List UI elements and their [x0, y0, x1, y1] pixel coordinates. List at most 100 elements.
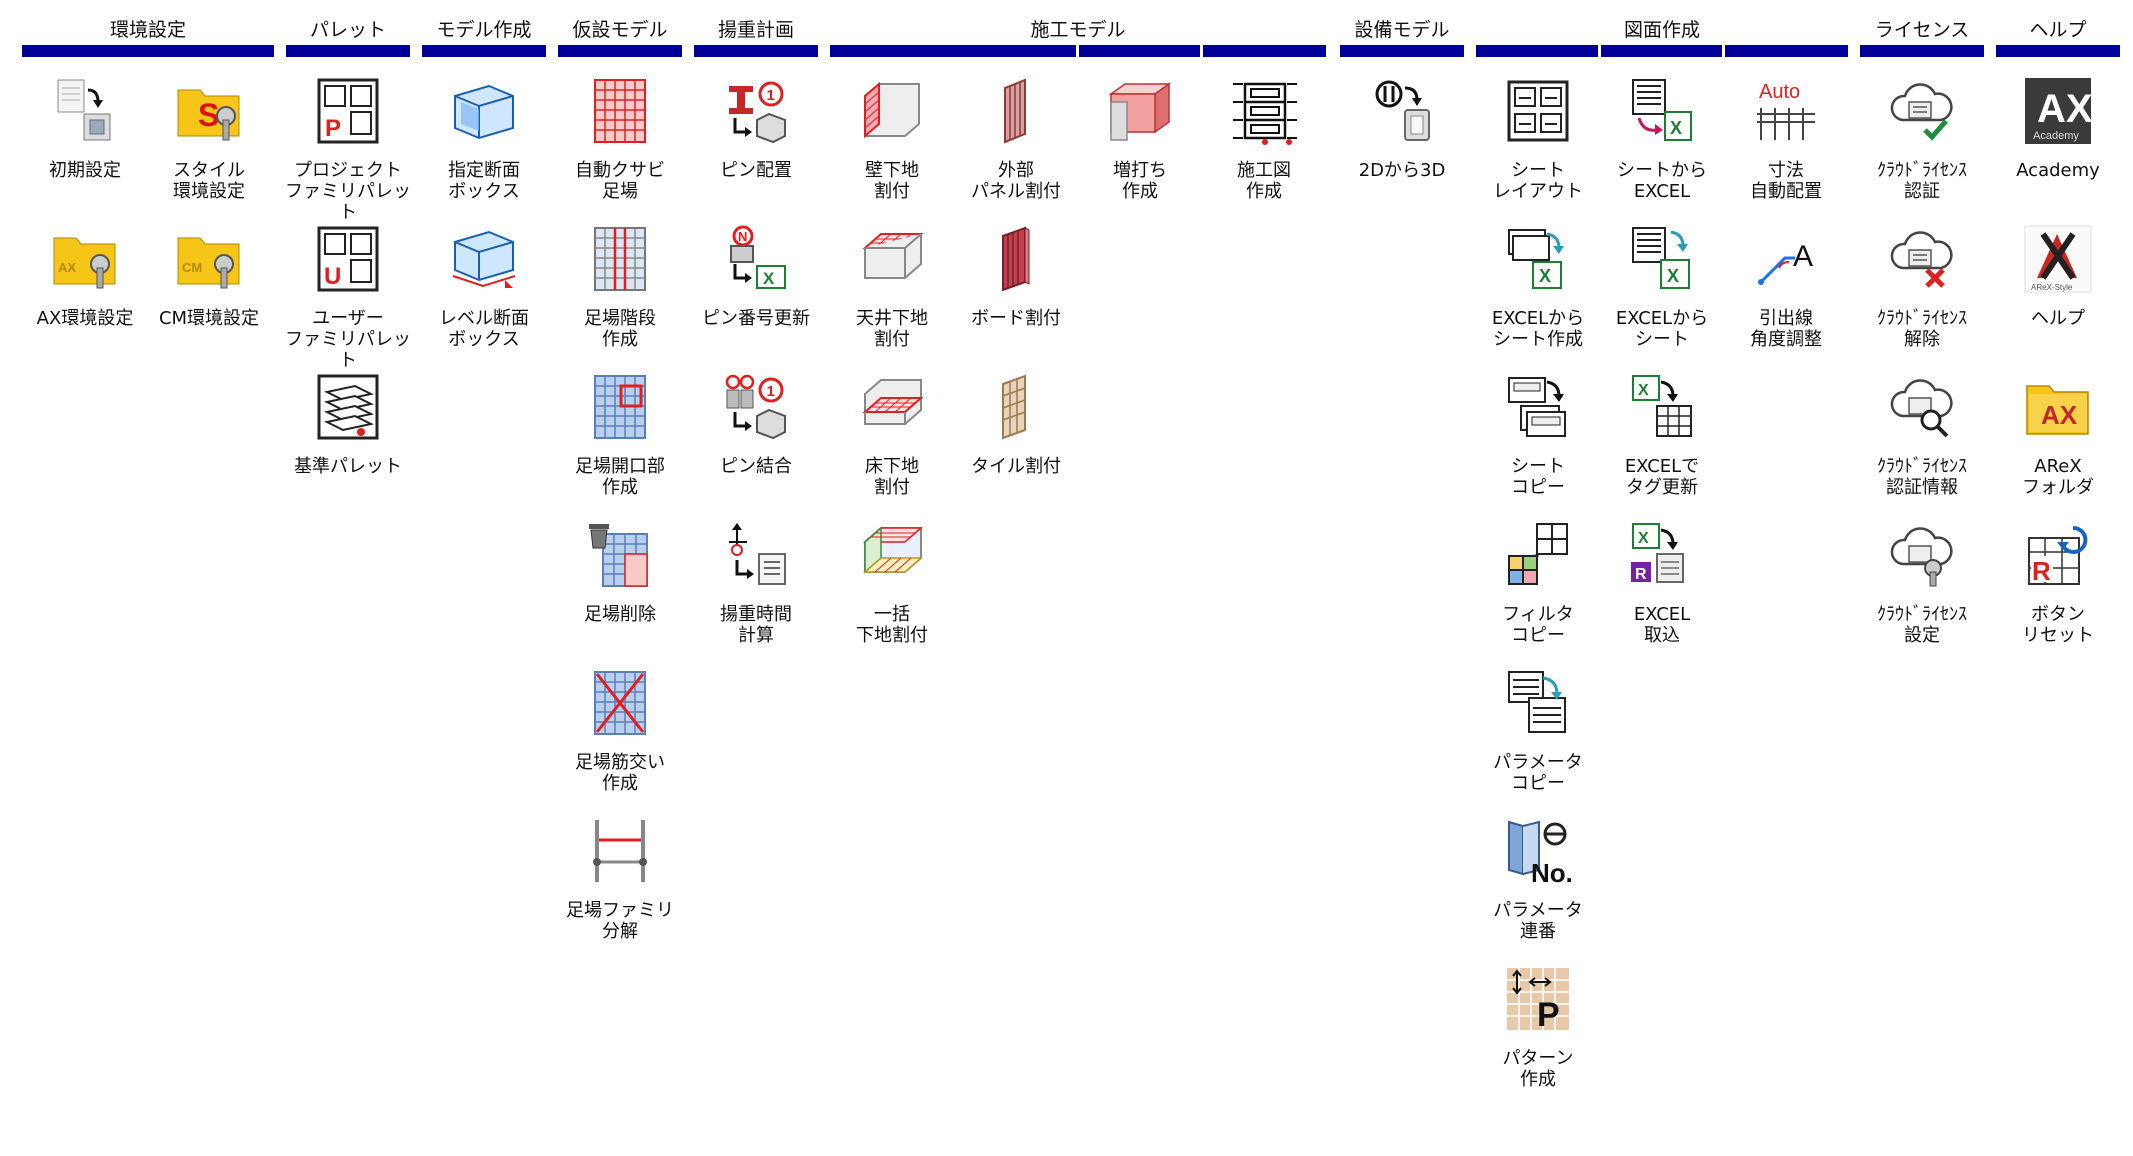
pin-number-update-button[interactable]: N X ピン番号更新: [697, 224, 815, 370]
tool-label: ヘルプ: [2031, 308, 2085, 329]
floor-base-icon: [862, 379, 924, 425]
arex-folder-button[interactable]: AX AReX フォルダ: [1999, 372, 2117, 518]
level-palette-button[interactable]: 基準パレット: [289, 372, 407, 518]
ext-panel-button[interactable]: 外部 パネル割付: [957, 76, 1075, 222]
category-license: ライセンス: [1860, 14, 1984, 60]
auto-scaffold-icon: [594, 79, 646, 143]
scaffold-opening-button[interactable]: 足場開口部 作成: [561, 372, 679, 518]
category-title: 環境設定: [109, 19, 186, 41]
tool-label: ピン番号更新: [702, 308, 810, 329]
excel-tag-update-icon: X: [1632, 375, 1692, 437]
section-box-button[interactable]: 指定断面 ボックス: [425, 76, 543, 222]
initial-settings-button[interactable]: 初期設定: [26, 76, 144, 222]
level-section-box-button[interactable]: レベル断面 ボックス: [425, 224, 543, 370]
tool-label: ｸﾗｳﾄﾞﾗｲｾﾝｽ 解除: [1877, 308, 1967, 350]
academy-button[interactable]: AX Academy Academy: [1999, 76, 2117, 222]
category-help: ヘルプ: [1996, 14, 2120, 60]
category-construct: 施工モデル: [830, 14, 1326, 60]
category-title: パレット: [309, 19, 386, 41]
tool-label: シート コピー: [1511, 456, 1565, 498]
ceiling-base-button[interactable]: 天井下地 割付: [833, 224, 951, 370]
excel-import-button[interactable]: X R EXCEL 取込: [1603, 520, 1721, 666]
svg-text:X: X: [1638, 382, 1649, 399]
cloud-license-info-button[interactable]: ｸﾗｳﾄﾞﾗｲｾﾝｽ 認証情報: [1863, 372, 1981, 518]
initial-settings-icon: [57, 79, 111, 141]
excel-to-sheet-icon: X: [1632, 227, 1690, 289]
cloud-license-auth-button[interactable]: ｸﾗｳﾄﾞﾗｲｾﾝｽ 認証: [1863, 76, 1981, 222]
tile-layout-button[interactable]: タイル割付: [957, 372, 1075, 518]
tool-label: 一括 下地割付: [856, 604, 928, 646]
tool-label: ボード割付: [971, 308, 1061, 329]
sheet-copy-button[interactable]: シート コピー: [1479, 372, 1597, 518]
cloud-license-settings-button[interactable]: ｸﾗｳﾄﾞﾗｲｾﾝｽ 設定: [1863, 520, 1981, 666]
sheet-to-excel-button[interactable]: X シートから EXCEL: [1603, 76, 1721, 222]
tool-label: ｸﾗｳﾄﾞﾗｲｾﾝｽ 認証情報: [1877, 456, 1967, 498]
tool-label: プロジェクト ファミリパレット: [285, 160, 411, 223]
excel-import-icon: X R: [1631, 523, 1684, 583]
lift-time-button[interactable]: 揚重時間 計算: [697, 520, 815, 666]
category-bar: [1476, 45, 1848, 57]
board-layout-icon: [1002, 226, 1030, 292]
cloud-license-release-button[interactable]: ｸﾗｳﾄﾞﾗｲｾﾝｽ 解除: [1863, 224, 1981, 370]
button-reset-icon: R: [2028, 525, 2088, 586]
style-settings-icon: S: [177, 89, 240, 141]
cm-settings-folder-icon: CM: [177, 237, 240, 289]
svg-text:X: X: [1667, 266, 1679, 286]
category-env: 環境設定: [22, 14, 274, 60]
tool-label: ピン結合: [720, 456, 792, 477]
auto-dimension-button[interactable]: Auto 寸法 自動配置: [1727, 76, 1845, 222]
category-drawing: 図面作成: [1476, 14, 1848, 60]
scaffold-opening-icon: [594, 375, 646, 439]
excel-to-sheet-button[interactable]: X EXCELから シート: [1603, 224, 1721, 370]
user-family-palette-button[interactable]: U ユーザー ファミリパレット: [285, 224, 411, 371]
cm-settings-button[interactable]: CM CM環境設定: [150, 224, 268, 370]
style-settings-button[interactable]: S スタイル 環境設定: [150, 76, 268, 222]
help-button[interactable]: AReX-Style ヘルプ: [1999, 224, 2117, 370]
svg-text:U: U: [324, 263, 341, 290]
button-reset-button[interactable]: R ボタン リセット: [1999, 520, 2117, 666]
pin-merge-button[interactable]: 1 ピン結合: [697, 372, 815, 518]
parameter-copy-icon: [1508, 671, 1566, 733]
sheet-layout-button[interactable]: シート レイアウト: [1479, 76, 1597, 222]
parameter-numbering-button[interactable]: No. パラメータ 連番: [1479, 816, 1597, 962]
scaffold-explode-button[interactable]: 足場ファミリ 分解: [561, 816, 679, 962]
tool-label: AReX フォルダ: [2022, 456, 2094, 498]
tool-label: ピン配置: [720, 160, 792, 181]
excel-tag-update-button[interactable]: X EXCELで タグ更新: [1603, 372, 1721, 518]
scaffold-delete-button[interactable]: 足場削除: [561, 520, 679, 666]
category-temp: 仮設モデル: [558, 14, 682, 60]
tool-label: タイル割付: [971, 456, 1061, 477]
filter-copy-button[interactable]: フィルタ コピー: [1479, 520, 1597, 666]
2d-to-3d-button[interactable]: 2Dから3D: [1343, 76, 1461, 222]
svg-text:CM: CM: [182, 260, 202, 275]
construction-drawing-button[interactable]: 施工図 作成: [1205, 76, 1323, 222]
parameter-copy-button[interactable]: パラメータ コピー: [1479, 668, 1597, 814]
pin-place-icon: 1: [729, 81, 786, 144]
tool-label: 足場開口部 作成: [575, 456, 665, 498]
scaffold-brace-button[interactable]: 足場筋交い 作成: [561, 668, 679, 814]
bulk-base-button[interactable]: 一括 下地割付: [833, 520, 951, 666]
pin-place-button[interactable]: 1 ピン配置: [697, 76, 815, 222]
svg-text:AX: AX: [2037, 87, 2093, 131]
tool-label: EXCELから シート作成: [1491, 308, 1585, 350]
excel-create-sheet-button[interactable]: X EXCELから シート作成: [1479, 224, 1597, 370]
category-bar: [830, 45, 1326, 57]
auto-scaffold-button[interactable]: 自動クサビ 足場: [561, 76, 679, 222]
category-bar: [422, 45, 546, 57]
tool-label: 増打ち 作成: [1113, 160, 1167, 202]
category-title: ヘルプ: [2029, 19, 2087, 41]
pattern-create-button[interactable]: P パターン 作成: [1479, 964, 1597, 1110]
board-layout-button[interactable]: ボード割付: [957, 224, 1075, 370]
extra-concrete-icon: [1108, 82, 1172, 141]
svg-text:No.: No.: [1531, 858, 1573, 886]
wall-base-button[interactable]: 壁下地 割付: [833, 76, 951, 222]
floor-base-button[interactable]: 床下地 割付: [833, 372, 951, 518]
extra-concrete-button[interactable]: 増打ち 作成: [1081, 76, 1199, 222]
pattern-create-icon: P: [1507, 968, 1569, 1034]
ax-settings-button[interactable]: AX AX環境設定: [26, 224, 144, 370]
tool-label: 寸法 自動配置: [1750, 160, 1822, 202]
project-family-palette-button[interactable]: P プロジェクト ファミリパレット: [285, 76, 411, 223]
auto-dimension-icon: Auto: [1757, 81, 1815, 140]
scaffold-stairs-button[interactable]: 足場階段 作成: [561, 224, 679, 370]
leader-angle-button[interactable]: A 引出線 角度調整: [1727, 224, 1845, 370]
